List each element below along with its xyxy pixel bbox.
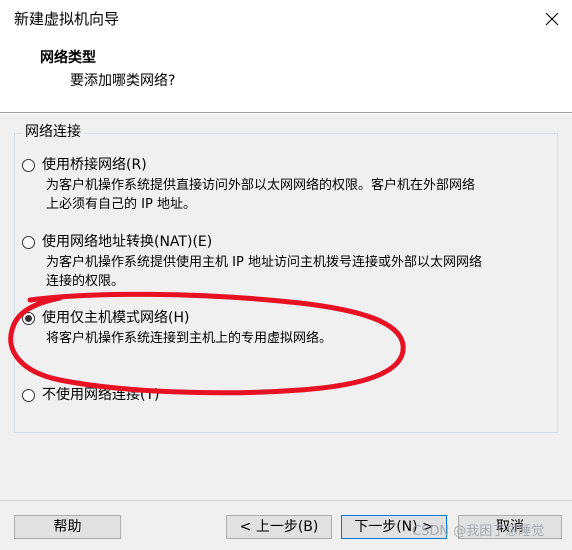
help-button[interactable]: 帮助: [14, 515, 121, 539]
wizard-body: 网络连接 使用桥接网络(R) 为客户机操作系统提供直接访问外部以太网网络的权限。…: [0, 114, 572, 500]
radio-button-circle[interactable]: [22, 158, 35, 172]
radio-label[interactable]: 使用桥接网络(R): [42, 155, 147, 175]
radio-button-circle[interactable]: [22, 235, 35, 249]
radio-label[interactable]: 不使用网络连接(T): [42, 385, 159, 405]
page-title: 网络类型: [40, 50, 96, 66]
watermark: CSDN @我困了想睡觉: [412, 524, 545, 539]
wizard-header: 网络类型 要添加哪类网络?: [0, 40, 572, 112]
back-button[interactable]: < 上一步(B): [226, 515, 332, 539]
radio-host-only[interactable]: 使用仅主机模式网络(H): [22, 307, 189, 329]
option-description: 为客户机操作系统提供直接访问外部以太网网络的权限。客户机在外部网络 上必须有自己…: [46, 176, 546, 214]
description-line: 将客户机操作系统连接到主机上的专用虚拟网络。: [46, 331, 333, 346]
radio-nat[interactable]: 使用网络地址转换(NAT)(E): [22, 231, 212, 253]
radio-bridged[interactable]: 使用桥接网络(R): [22, 154, 147, 176]
description-line: 为客户机操作系统提供直接访问外部以太网网络的权限。客户机在外部网络: [46, 178, 476, 193]
title-bar: 新建虚拟机向导: [0, 0, 572, 40]
close-button[interactable]: [536, 4, 568, 34]
description-line: 上必须有自己的 IP 地址。: [46, 197, 196, 212]
radio-label[interactable]: 使用仅主机模式网络(H): [42, 308, 189, 328]
close-icon: [545, 12, 559, 26]
radio-button-circle[interactable]: [22, 388, 35, 402]
window-title: 新建虚拟机向导: [14, 10, 120, 28]
group-label: 网络连接: [22, 123, 84, 141]
option-description: 将客户机操作系统连接到主机上的专用虚拟网络。: [46, 329, 546, 348]
new-vm-wizard-dialog: 新建虚拟机向导 网络类型 要添加哪类网络? 网络连接 使用桥接网络(R) 为客户…: [0, 0, 572, 550]
description-line: 连接的权限。: [46, 274, 125, 289]
description-line: 为客户机操作系统提供使用主机 IP 地址访问主机拨号连接或外部以太网网络: [46, 255, 482, 270]
radio-no-network[interactable]: 不使用网络连接(T): [22, 384, 159, 406]
radio-label[interactable]: 使用网络地址转换(NAT)(E): [42, 232, 212, 252]
radio-button-circle[interactable]: [22, 311, 35, 325]
option-description: 为客户机操作系统提供使用主机 IP 地址访问主机拨号连接或外部以太网网络 连接的…: [46, 253, 546, 291]
page-subtitle: 要添加哪类网络?: [70, 73, 176, 89]
